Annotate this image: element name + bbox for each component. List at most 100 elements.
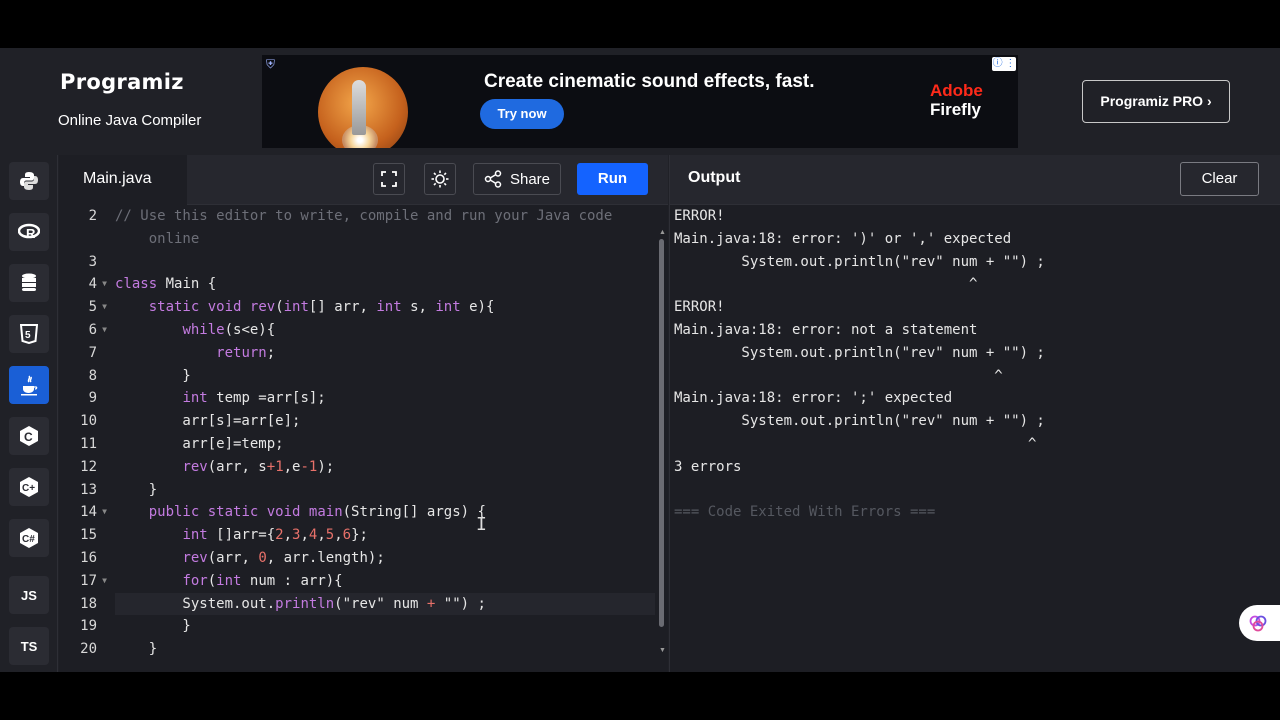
code-line[interactable]: for(int num : arr){ (115, 570, 655, 593)
app-frame: Programiz Online Java Compiler ⛨ Create … (0, 48, 1280, 672)
line-number: 15 (80, 527, 97, 544)
ad-banner[interactable]: ⛨ Create cinematic sound effects, fast. … (262, 55, 1018, 148)
output-title: Output (688, 169, 741, 186)
line-number: 16 (80, 549, 97, 566)
ad-brand: Adobe Firefly (930, 81, 983, 119)
code-line[interactable]: online (115, 228, 655, 251)
share-button[interactable]: Share (473, 163, 561, 195)
clear-button[interactable]: Clear (1180, 162, 1259, 196)
line-number: 12 (80, 458, 97, 475)
line-number: 2 (88, 208, 97, 224)
scroll-up-arrow-icon[interactable]: ▲ (659, 229, 666, 236)
line-number: 10 (80, 413, 97, 430)
svg-text:C#: C# (22, 534, 35, 545)
ai-brain-icon[interactable] (1239, 605, 1280, 641)
output-line: Main.java:18: error: not a statement (674, 321, 978, 338)
ad-brand-line1: Adobe (930, 81, 983, 100)
fold-arrow-icon[interactable]: ▼ (102, 570, 107, 593)
text-cursor-icon: I (476, 514, 487, 535)
r-icon[interactable]: R (9, 213, 49, 251)
code-line[interactable]: int []arr={2,3,4,5,6}; (115, 524, 655, 547)
c-icon[interactable]: C (9, 417, 49, 455)
code-area[interactable]: // Use this editor to write, compile and… (115, 205, 655, 661)
java-icon[interactable] (9, 366, 49, 404)
run-button[interactable]: Run (577, 163, 648, 195)
sql-database-icon[interactable] (9, 264, 49, 302)
header: Programiz Online Java Compiler ⛨ Create … (0, 48, 1280, 154)
code-line[interactable]: return; (115, 342, 655, 365)
share-icon (484, 170, 502, 188)
code-line[interactable]: arr[s]=arr[e]; (115, 410, 655, 433)
line-number-value: 6 (88, 321, 97, 338)
output-line: ^ (674, 435, 1037, 452)
ad-rocket-image (352, 80, 366, 135)
code-line[interactable]: arr[e]=temp; (115, 433, 655, 456)
code-line[interactable]: } (115, 638, 655, 661)
output-console: ERROR! Main.java:18: error: ')' or ',' e… (674, 205, 1045, 524)
line-number: 13 (80, 481, 97, 498)
svg-text:R: R (26, 226, 36, 241)
ad-info-icon[interactable]: ⓘ ⋮ (992, 57, 1016, 71)
scroll-down-arrow-icon[interactable]: ▼ (659, 647, 666, 654)
line-number-gutter: 2 3 4 ▼ 5 ▼ 6 ▼ 7 8 9 10 11 12 13 14 ▼ 15 16… (59, 205, 109, 661)
theme-toggle-button[interactable] (424, 163, 456, 195)
code-line[interactable]: } (115, 479, 655, 502)
ad-shield-icon: ⛨ (266, 57, 276, 71)
cplusplus-icon[interactable]: C+ (9, 468, 49, 506)
fold-arrow-icon[interactable]: ▼ (102, 501, 107, 524)
output-line: System.out.println("rev" num + "") ; (674, 413, 1045, 430)
ad-try-now-button[interactable]: Try now (480, 99, 564, 129)
javascript-icon[interactable]: JS (9, 576, 49, 614)
output-toolbar: Output Clear (670, 155, 1280, 205)
code-line[interactable]: while(s<e){ (115, 319, 655, 342)
code-line[interactable]: rev(arr, s+1,e-1); (115, 456, 655, 479)
fold-arrow-icon[interactable]: ▼ (102, 296, 107, 319)
scrollbar-thumb[interactable] (659, 239, 664, 627)
line-number: 14 ▼ (59, 501, 109, 524)
line-number: 17 ▼ (59, 570, 109, 593)
output-line: ERROR! (674, 208, 725, 224)
line-number: 18 (80, 595, 97, 612)
fold-arrow-icon[interactable]: ▼ (102, 319, 107, 342)
fullscreen-button[interactable] (373, 163, 405, 195)
output-line: ^ (674, 367, 1003, 384)
code-line[interactable]: } (115, 365, 655, 388)
svg-text:C: C (24, 430, 33, 444)
code-line[interactable]: // Use this editor to write, compile and… (115, 205, 655, 228)
code-line[interactable]: public static void main(String[] args) { (115, 501, 655, 524)
programiz-pro-button[interactable]: Programiz PRO › (1082, 80, 1230, 123)
code-line[interactable]: rev(arr, 0, arr.length); (115, 547, 655, 570)
page-subtitle: Online Java Compiler (58, 112, 202, 129)
line-number: 7 (88, 344, 97, 361)
code-line[interactable]: class Main { (115, 273, 655, 296)
line-number-value: 5 (88, 299, 97, 316)
line-number: 11 (80, 435, 97, 452)
code-line[interactable]: } (115, 615, 655, 638)
output-line: System.out.println("rev" num + "") ; (674, 344, 1045, 361)
line-number: 5 ▼ (59, 296, 109, 319)
csharp-icon[interactable]: C# (9, 519, 49, 557)
line-number: 6 ▼ (59, 319, 109, 342)
output-line: 3 errors (674, 458, 742, 475)
programiz-logo[interactable]: Programiz (60, 70, 184, 94)
fullscreen-icon (381, 171, 397, 187)
python-icon[interactable] (9, 162, 49, 200)
output-panel: Output Clear ERROR! Main.java:18: error:… (669, 155, 1280, 672)
output-line: Main.java:18: error: ')' or ',' expected (674, 230, 1012, 247)
line-number: 3 (88, 253, 97, 270)
typescript-icon[interactable]: TS (9, 627, 49, 665)
html5-icon[interactable]: 5 (9, 315, 49, 353)
fold-arrow-icon[interactable]: ▼ (102, 273, 107, 296)
sun-icon (431, 170, 449, 188)
editor-scrollbar[interactable]: ▲ ▼ (659, 229, 666, 669)
editor-toolbar: Main.java Share Run (59, 155, 668, 205)
code-line[interactable] (115, 251, 655, 274)
tab-main-java[interactable]: Main.java (59, 155, 187, 205)
line-number-value: 14 (80, 504, 97, 521)
code-line[interactable]: static void rev(int[] arr, int s, int e)… (115, 296, 655, 319)
ad-brand-line2: Firefly (930, 100, 982, 119)
line-number-value: 17 (80, 572, 97, 589)
code-line[interactable]: int temp =arr[s]; (115, 387, 655, 410)
code-line-active[interactable]: System.out.println("rev" num + "") ; (115, 592, 655, 616)
